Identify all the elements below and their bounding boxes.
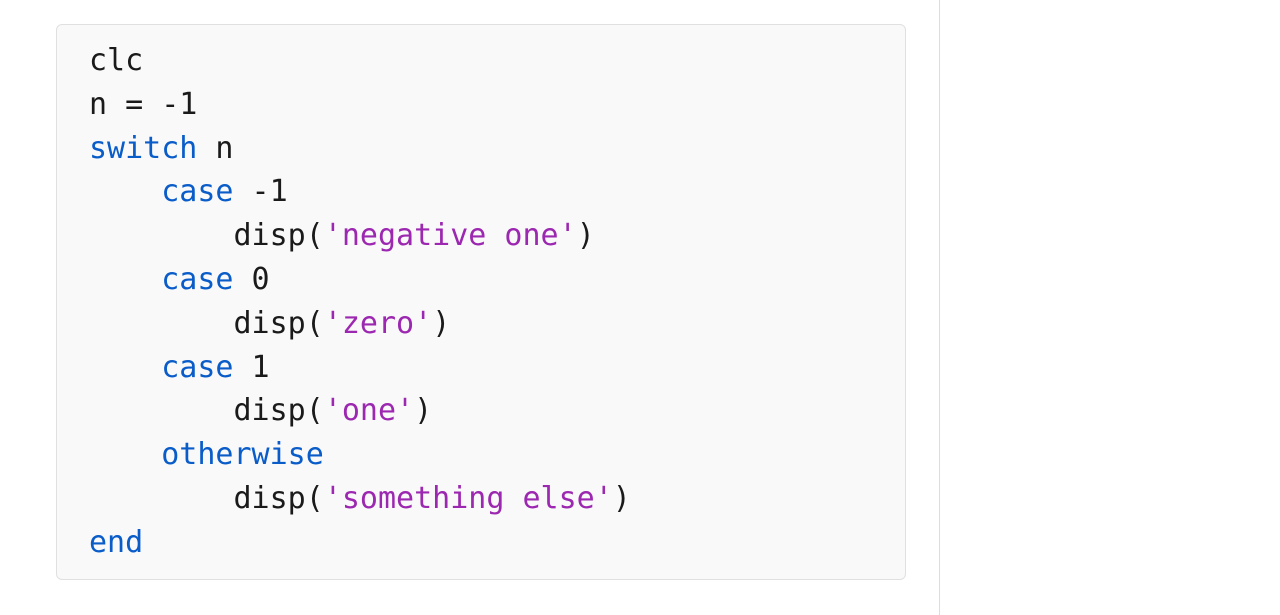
code-text: 1 <box>234 350 270 385</box>
code-line-2: n = -1 <box>89 83 873 127</box>
content-area: clc n = -1 switch n case -1 disp('negati… <box>0 0 940 615</box>
code-text: disp( <box>234 218 324 253</box>
code-keyword: otherwise <box>161 437 324 472</box>
code-keyword: end <box>89 525 143 560</box>
code-block: clc n = -1 switch n case -1 disp('negati… <box>56 24 906 580</box>
code-indent <box>89 218 234 253</box>
code-line-4: case -1 <box>89 170 873 214</box>
code-text: n <box>197 131 233 166</box>
code-indent <box>89 174 161 209</box>
code-keyword: case <box>161 174 233 209</box>
code-indent <box>89 350 161 385</box>
code-line-1: clc <box>89 39 873 83</box>
code-indent <box>89 262 161 297</box>
code-line-11: disp('something else') <box>89 477 873 521</box>
code-text: disp( <box>234 306 324 341</box>
code-indent <box>89 393 234 428</box>
code-line-8: case 1 <box>89 346 873 390</box>
code-keyword: switch <box>89 131 197 166</box>
code-keyword: case <box>161 350 233 385</box>
code-number: -1 <box>161 87 197 122</box>
code-indent <box>89 437 161 472</box>
code-text: clc <box>89 43 143 78</box>
code-text: ) <box>414 393 432 428</box>
code-line-3: switch n <box>89 127 873 171</box>
code-line-9: disp('one') <box>89 389 873 433</box>
code-text: disp( <box>234 393 324 428</box>
code-string: 'zero' <box>324 306 432 341</box>
code-line-10: otherwise <box>89 433 873 477</box>
code-text: ) <box>577 218 595 253</box>
code-line-7: disp('zero') <box>89 302 873 346</box>
code-text: n = <box>89 87 161 122</box>
code-text: disp( <box>234 481 324 516</box>
code-text: 0 <box>234 262 270 297</box>
code-keyword: case <box>161 262 233 297</box>
code-line-6: case 0 <box>89 258 873 302</box>
code-line-5: disp('negative one') <box>89 214 873 258</box>
code-text: ) <box>432 306 450 341</box>
code-text: ) <box>613 481 631 516</box>
code-string: 'one' <box>324 393 414 428</box>
code-text: -1 <box>234 174 288 209</box>
code-line-12: end <box>89 521 873 565</box>
code-string: 'something else' <box>324 481 613 516</box>
code-indent <box>89 306 234 341</box>
code-string: 'negative one' <box>324 218 577 253</box>
code-indent <box>89 481 234 516</box>
